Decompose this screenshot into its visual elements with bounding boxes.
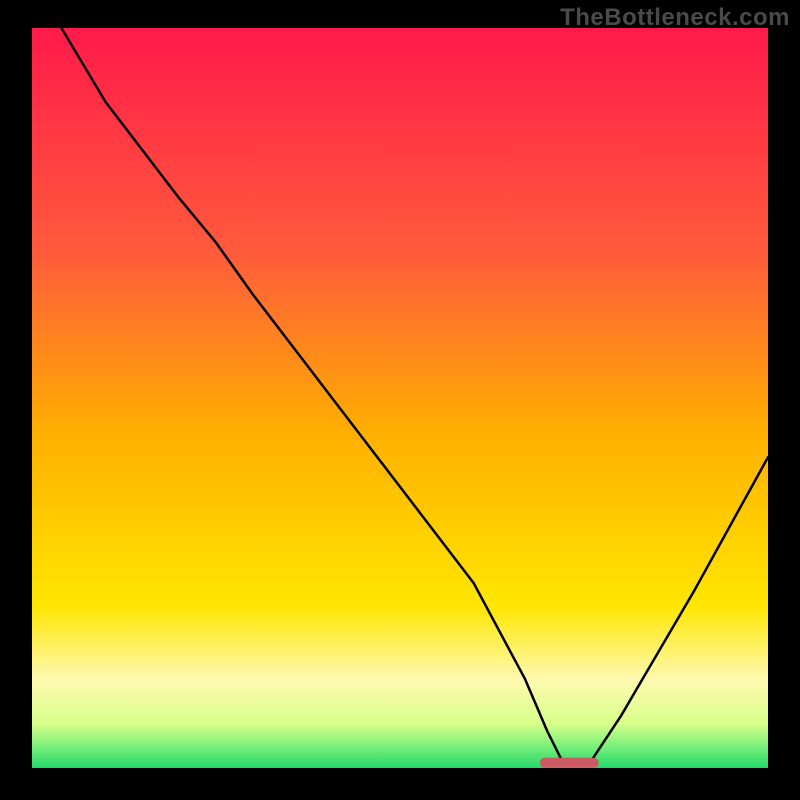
chart-background <box>32 28 768 768</box>
chart-svg <box>32 28 768 768</box>
chart-plot-area <box>32 28 768 768</box>
watermark-text: TheBottleneck.com <box>560 4 790 32</box>
optimal-range-marker <box>540 758 599 768</box>
